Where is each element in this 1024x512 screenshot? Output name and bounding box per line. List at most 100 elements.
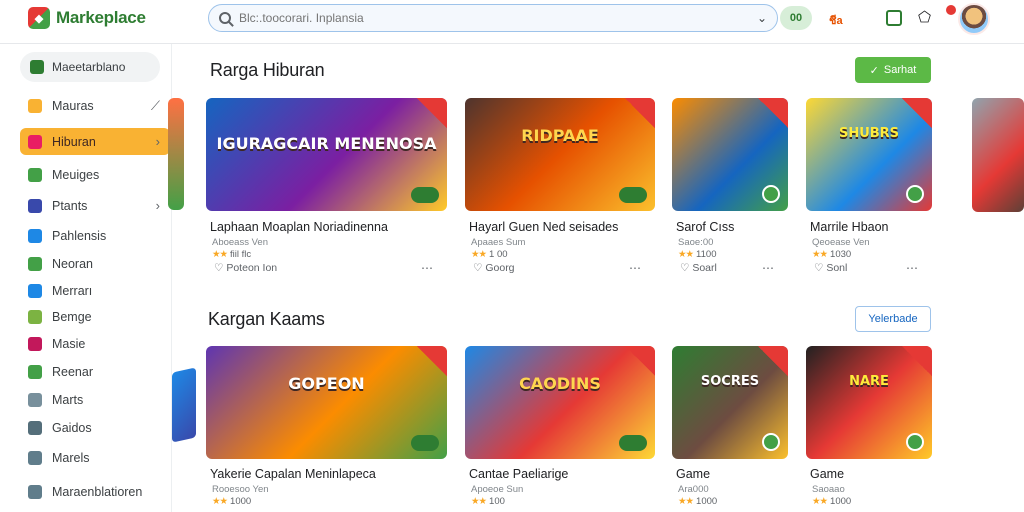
- card-footer-label: Soarl: [692, 262, 717, 274]
- sidebar-item-label: Pahlensis: [52, 228, 107, 243]
- chevron-right-icon[interactable]: ›: [156, 198, 160, 213]
- sidebar-item[interactable]: Bemge: [20, 303, 170, 330]
- store-icon: [30, 60, 44, 74]
- rating-value: 1000: [830, 496, 852, 507]
- sidebar-item[interactable]: Masie: [20, 330, 170, 357]
- partial-card-image[interactable]: [168, 98, 184, 210]
- card-title[interactable]: Laphaan Moaplan Noriadinenna: [210, 220, 388, 234]
- more-options-icon[interactable]: ⋯: [421, 261, 433, 275]
- search-button[interactable]: 00: [780, 6, 812, 30]
- card-rating: ★★ 1030: [812, 249, 851, 260]
- promo-ribbon-icon: [417, 346, 447, 376]
- heart-icon[interactable]: ♡: [814, 262, 826, 274]
- card-title[interactable]: Game: [676, 467, 710, 481]
- heart-icon[interactable]: ♡: [214, 262, 226, 274]
- search-input[interactable]: [239, 11, 757, 25]
- game-card-image[interactable]: SHUBRS: [806, 98, 932, 211]
- sidebar-item[interactable]: Pahlensis: [20, 222, 170, 249]
- game-card-image[interactable]: RIDPAAE: [465, 98, 655, 211]
- card-title[interactable]: Sarof Cıss: [676, 220, 734, 234]
- promo-ribbon-icon: [625, 346, 655, 376]
- store-icon[interactable]: [886, 10, 902, 26]
- see-all-button[interactable]: Yelerbade: [855, 306, 931, 332]
- sidebar-item[interactable]: Mauras ⟋: [20, 92, 170, 119]
- game-art-title: IGURAGCAIR MENENOSA: [216, 134, 437, 153]
- card-rating: ★★ 1000: [212, 496, 251, 507]
- card-title[interactable]: Hayarl Guen Ned seisades: [469, 220, 618, 234]
- card-footer[interactable]: ♡ Goorg: [473, 262, 515, 274]
- sidebar-item[interactable]: Marels: [20, 444, 170, 471]
- more-options-icon[interactable]: ⋯: [906, 261, 918, 275]
- rating-value: 1000: [230, 496, 252, 507]
- sidebar-item[interactable]: Hiburan ›: [20, 128, 170, 155]
- sidebar-item[interactable]: Reenar: [20, 358, 170, 385]
- sidebar-item-label: Marels: [52, 450, 90, 465]
- chevron-down-icon[interactable]: ⌄: [757, 11, 767, 25]
- heart-icon[interactable]: ♡: [680, 262, 692, 274]
- more-options-icon[interactable]: ⋯: [629, 261, 641, 275]
- check-icon: ✓: [869, 64, 879, 77]
- category-icon: [28, 484, 42, 499]
- card-publisher: Saoe:00: [678, 237, 714, 248]
- card-footer[interactable]: ♡ Sonl: [814, 262, 847, 274]
- heart-icon[interactable]: ♡: [473, 262, 485, 274]
- chevron-right-icon[interactable]: ›: [156, 134, 160, 149]
- marketplace-app: ◆ Markeplace ⌄ 00 ชีa ⬠ Maeetarblano Mau…: [0, 0, 1024, 512]
- category-icon: [28, 283, 42, 298]
- game-card-image[interactable]: IGURAGCAIR MENENOSA: [206, 98, 447, 211]
- game-card-image[interactable]: CAODINS: [465, 346, 655, 459]
- install-badge-icon[interactable]: [619, 187, 647, 203]
- more-options-icon[interactable]: ⋯: [762, 261, 774, 275]
- sidebar-item[interactable]: Marts: [20, 386, 170, 413]
- category-icon: [28, 228, 42, 243]
- category-icon: [28, 364, 42, 379]
- card-footer[interactable]: ♡ Poteon Ion: [214, 262, 277, 274]
- install-badge-icon[interactable]: [762, 433, 780, 451]
- sidebar-item[interactable]: Maraenblatioren: [20, 478, 170, 505]
- install-badge-icon[interactable]: [619, 435, 647, 451]
- brand[interactable]: ◆ Markeplace: [28, 7, 146, 29]
- sidebar-item[interactable]: Meuiges: [20, 161, 170, 188]
- card-publisher: Apoeoe Sun: [471, 484, 524, 495]
- avatar[interactable]: [958, 3, 990, 35]
- chevron-right-icon[interactable]: ⟋: [151, 98, 160, 114]
- install-badge-icon[interactable]: [906, 185, 924, 203]
- sidebar-item[interactable]: Ptants ›: [20, 192, 170, 219]
- card-title[interactable]: Marrile Hbaon: [810, 220, 889, 234]
- star-icon: ★★: [678, 249, 694, 260]
- section-title: Kargan Kaams: [208, 309, 325, 329]
- card-publisher: Apaaes Sum: [471, 237, 526, 248]
- game-card-image[interactable]: SOCRES: [672, 346, 788, 459]
- sidebar-top-item[interactable]: Maeetarblano: [20, 52, 160, 82]
- card-footer-label: Sonl: [826, 262, 848, 274]
- star-icon: ★★: [812, 496, 828, 507]
- sidebar-item-label: Marts: [52, 392, 84, 407]
- sidebar-item-label: Merrarı: [52, 283, 93, 298]
- sidebar-item[interactable]: Gaidos: [20, 414, 170, 441]
- sidebar-item-label: Neoran: [52, 256, 93, 271]
- card-footer[interactable]: ♡ Soarl: [680, 262, 717, 274]
- install-badge-icon[interactable]: [762, 185, 780, 203]
- game-art-title: RIDPAAE: [521, 126, 599, 145]
- category-icon: [28, 336, 42, 351]
- game-card-image[interactable]: NARE: [806, 346, 932, 459]
- star-icon: ★★: [812, 249, 828, 260]
- card-title[interactable]: Cantae Paeliarige: [469, 467, 568, 481]
- card-title[interactable]: Yakerie Capalan Meninlapeca: [210, 467, 376, 481]
- install-badge-icon[interactable]: [906, 433, 924, 451]
- card-rating: ★★ 100: [471, 496, 505, 507]
- sidebar-item[interactable]: Neoran: [20, 250, 170, 277]
- sidebar-item[interactable]: Merrarı: [20, 277, 170, 304]
- install-badge-icon[interactable]: [411, 187, 439, 203]
- category-icon: [28, 420, 42, 435]
- partial-card-image[interactable]: [172, 367, 196, 443]
- install-badge-icon[interactable]: [411, 435, 439, 451]
- partial-card-image[interactable]: [972, 98, 1024, 212]
- star-icon: ★★: [212, 496, 228, 507]
- game-card-image[interactable]: [672, 98, 788, 211]
- notification-icon[interactable]: ⬠: [918, 10, 934, 26]
- see-all-button[interactable]: ✓ Sarhat: [855, 57, 931, 83]
- game-card-image[interactable]: GOPEON: [206, 346, 447, 459]
- card-title[interactable]: Game: [810, 467, 844, 481]
- language-selector[interactable]: ชีa: [829, 11, 843, 29]
